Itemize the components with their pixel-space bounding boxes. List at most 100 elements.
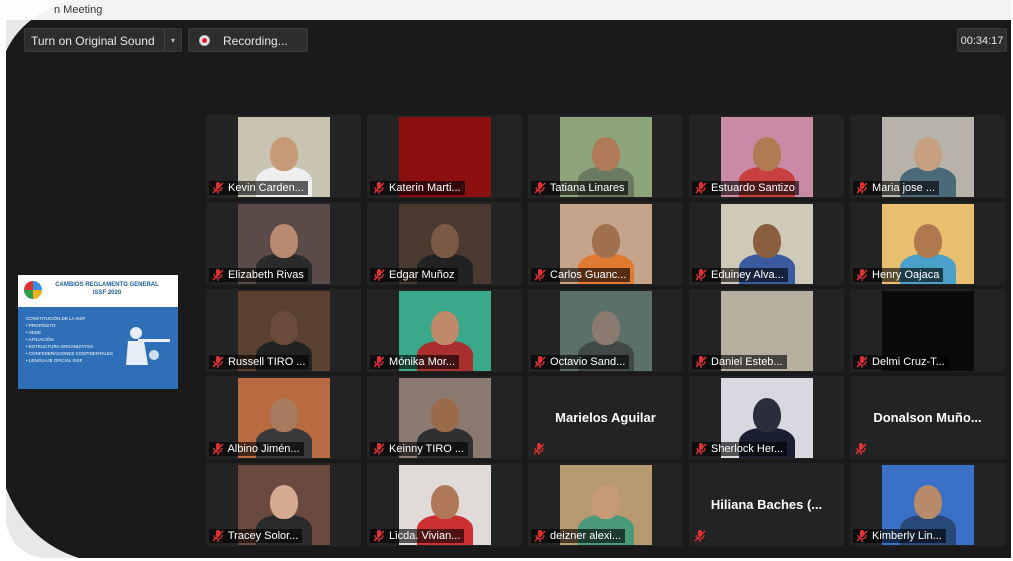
- muted-mic-icon: [372, 181, 386, 195]
- muted-mic-icon: [854, 442, 868, 456]
- recording-indicator[interactable]: Recording...: [188, 28, 308, 52]
- participant-name-label: Kimberly Lin...: [853, 529, 946, 543]
- participant-name-label: Daniel Esteb...: [692, 355, 787, 369]
- participant-name: Hiliana Baches (...: [710, 497, 823, 512]
- participant-tile[interactable]: Carlos Guanc...: [528, 202, 683, 285]
- participant-tile[interactable]: Henry Oajaca: [850, 202, 1005, 285]
- participant-tile[interactable]: Eduiney Alva...: [689, 202, 844, 285]
- participant-name: Keinny TIRO ...: [386, 443, 465, 455]
- participant-name-label: Keinny TIRO ...: [370, 442, 469, 456]
- muted-mic-icon: [694, 181, 708, 195]
- participant-tile[interactable]: Delmi Cruz-T...: [850, 289, 1005, 372]
- chevron-down-icon[interactable]: ▾: [164, 29, 181, 51]
- participant-tile[interactable]: Daniel Esteb...: [689, 289, 844, 372]
- slide-item: • SEDE: [26, 330, 42, 335]
- participant-name: Kimberly Lin...: [869, 530, 942, 542]
- participant-tile[interactable]: Kevin Carden...: [206, 115, 361, 198]
- participant-name: Octavio Sand...: [547, 356, 626, 368]
- participant-tile[interactable]: Marielos Aguilar: [528, 376, 683, 459]
- window-title: n Meeting: [6, 0, 1011, 20]
- muted-mic-icon: [372, 442, 386, 456]
- record-icon: [199, 35, 210, 46]
- slide-item: • CONFEDERACIONES CONTINENTALES: [26, 351, 114, 356]
- muted-mic-icon: [211, 355, 225, 369]
- muted-mic-icon: [211, 529, 225, 543]
- participant-name-label: Russell TIRO ...: [209, 355, 310, 369]
- muted-mic-icon: [694, 442, 708, 456]
- participant-name: Donalson Muño...: [873, 410, 982, 425]
- participant-tile[interactable]: Edgar Muñoz: [367, 202, 522, 285]
- participant-name: Tracey Solor...: [225, 530, 299, 542]
- participant-name-label: Mónika Mor...: [370, 355, 460, 369]
- participant-name: Mónika Mor...: [386, 356, 456, 368]
- zoom-window: n Meeting Turn on Original Sound ▾ Recor…: [6, 0, 1011, 558]
- participant-tile[interactable]: deizner alexi...: [528, 463, 683, 546]
- participant-tile[interactable]: Tatiana Linares: [528, 115, 683, 198]
- participant-tile[interactable]: Kimberly Lin...: [850, 463, 1005, 546]
- muted-mic-icon: [211, 268, 225, 282]
- participant-name-label: Henry Oajaca: [853, 268, 944, 282]
- participant-tile[interactable]: Tracey Solor...: [206, 463, 361, 546]
- participant-name: Russell TIRO ...: [225, 356, 306, 368]
- slide-item: • LENGUAJE OFICIAL ISSF: [26, 358, 83, 363]
- muted-mic-icon: [533, 355, 547, 369]
- muted-mic-icon: [211, 442, 225, 456]
- shooter-silhouette-icon: [126, 327, 170, 365]
- participant-tile[interactable]: Sherlock Her...: [689, 376, 844, 459]
- participant-name: deizner alexi...: [547, 530, 621, 542]
- original-sound-label: Turn on Original Sound: [31, 34, 155, 48]
- participant-tile[interactable]: Hiliana Baches (...: [689, 463, 844, 546]
- participant-tile[interactable]: Albino Jimén...: [206, 376, 361, 459]
- participant-name: Kevin Carden...: [225, 182, 304, 194]
- shared-slide-title: CAMBIOS REGLAMENTO GENERAL ISSF 2020: [55, 282, 159, 296]
- participant-tile[interactable]: Licda. Vivian...: [367, 463, 522, 546]
- participant-tile[interactable]: Octavio Sand...: [528, 289, 683, 372]
- muted-mic-icon: [211, 181, 225, 195]
- participant-tile[interactable]: Maria jose ...: [850, 115, 1005, 198]
- participant-name: Estuardo Santizo: [708, 182, 795, 194]
- muted-mic-icon: [372, 355, 386, 369]
- participant-name-label: Maria jose ...: [853, 181, 940, 195]
- muted-mic-icon: [855, 529, 869, 543]
- muted-mic-icon: [372, 529, 386, 543]
- participant-name: Maria jose ...: [869, 182, 936, 194]
- muted-mic-icon: [533, 181, 547, 195]
- muted-mic-icon: [694, 355, 708, 369]
- original-sound-button[interactable]: Turn on Original Sound ▾: [24, 28, 182, 52]
- participant-name-label: Carlos Guanc...: [531, 268, 631, 282]
- muted-mic-icon: [693, 529, 707, 543]
- participant-tile[interactable]: Estuardo Santizo: [689, 115, 844, 198]
- participant-tile[interactable]: Russell TIRO ...: [206, 289, 361, 372]
- participant-name-label: deizner alexi...: [531, 529, 625, 543]
- participant-name-label: Kevin Carden...: [209, 181, 308, 195]
- participant-tile[interactable]: Donalson Muño...: [850, 376, 1005, 459]
- muted-mic-icon: [855, 181, 869, 195]
- muted-mic-icon: [694, 268, 708, 282]
- participant-name: Eduiney Alva...: [708, 269, 784, 281]
- participant-name: Albino Jimén...: [225, 443, 300, 455]
- participant-name-label: Octavio Sand...: [531, 355, 630, 369]
- participant-name-label: Delmi Cruz-T...: [853, 355, 949, 369]
- participant-name: Tatiana Linares: [547, 182, 625, 194]
- meeting-timer: 00:34:17: [957, 28, 1007, 52]
- participant-name: Henry Oajaca: [869, 269, 940, 281]
- participant-tile[interactable]: Elizabeth Rivas: [206, 202, 361, 285]
- participant-name-label: Estuardo Santizo: [692, 181, 799, 195]
- participant-name-label: Elizabeth Rivas: [209, 268, 308, 282]
- participant-tile[interactable]: Mónika Mor...: [367, 289, 522, 372]
- participant-name-label: Tracey Solor...: [209, 529, 303, 543]
- muted-mic-icon: [855, 355, 869, 369]
- issf-logo-icon: [24, 281, 42, 299]
- shared-screen-thumbnail[interactable]: CAMBIOS REGLAMENTO GENERAL ISSF 2020 CON…: [18, 275, 178, 389]
- participant-name-label: Sherlock Her...: [692, 442, 788, 456]
- participant-name-label: Licda. Vivian...: [370, 529, 465, 543]
- slide-item: • AFILIACIÓN: [26, 337, 54, 342]
- participant-tile[interactable]: Keinny TIRO ...: [367, 376, 522, 459]
- participant-name: Elizabeth Rivas: [225, 269, 304, 281]
- participant-name: Delmi Cruz-T...: [869, 356, 945, 368]
- participant-name: Katerin Marti...: [386, 182, 461, 194]
- muted-mic-icon: [372, 268, 386, 282]
- meeting-toolbar: Turn on Original Sound ▾ Recording... 00…: [6, 20, 1011, 60]
- participant-tile[interactable]: Katerin Marti...: [367, 115, 522, 198]
- participant-name: Sherlock Her...: [708, 443, 784, 455]
